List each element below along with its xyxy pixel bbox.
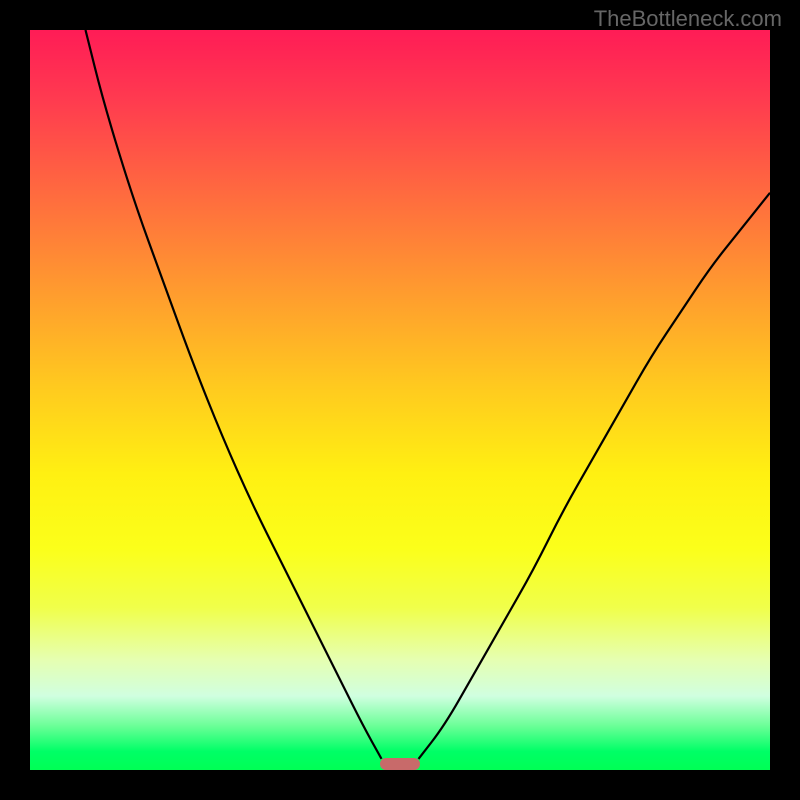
- watermark-text: TheBottleneck.com: [594, 6, 782, 32]
- left-curve: [86, 30, 382, 759]
- right-curve: [419, 193, 771, 759]
- curve-svg: [30, 30, 770, 770]
- bottleneck-marker: [380, 758, 421, 771]
- plot-area: [30, 30, 770, 770]
